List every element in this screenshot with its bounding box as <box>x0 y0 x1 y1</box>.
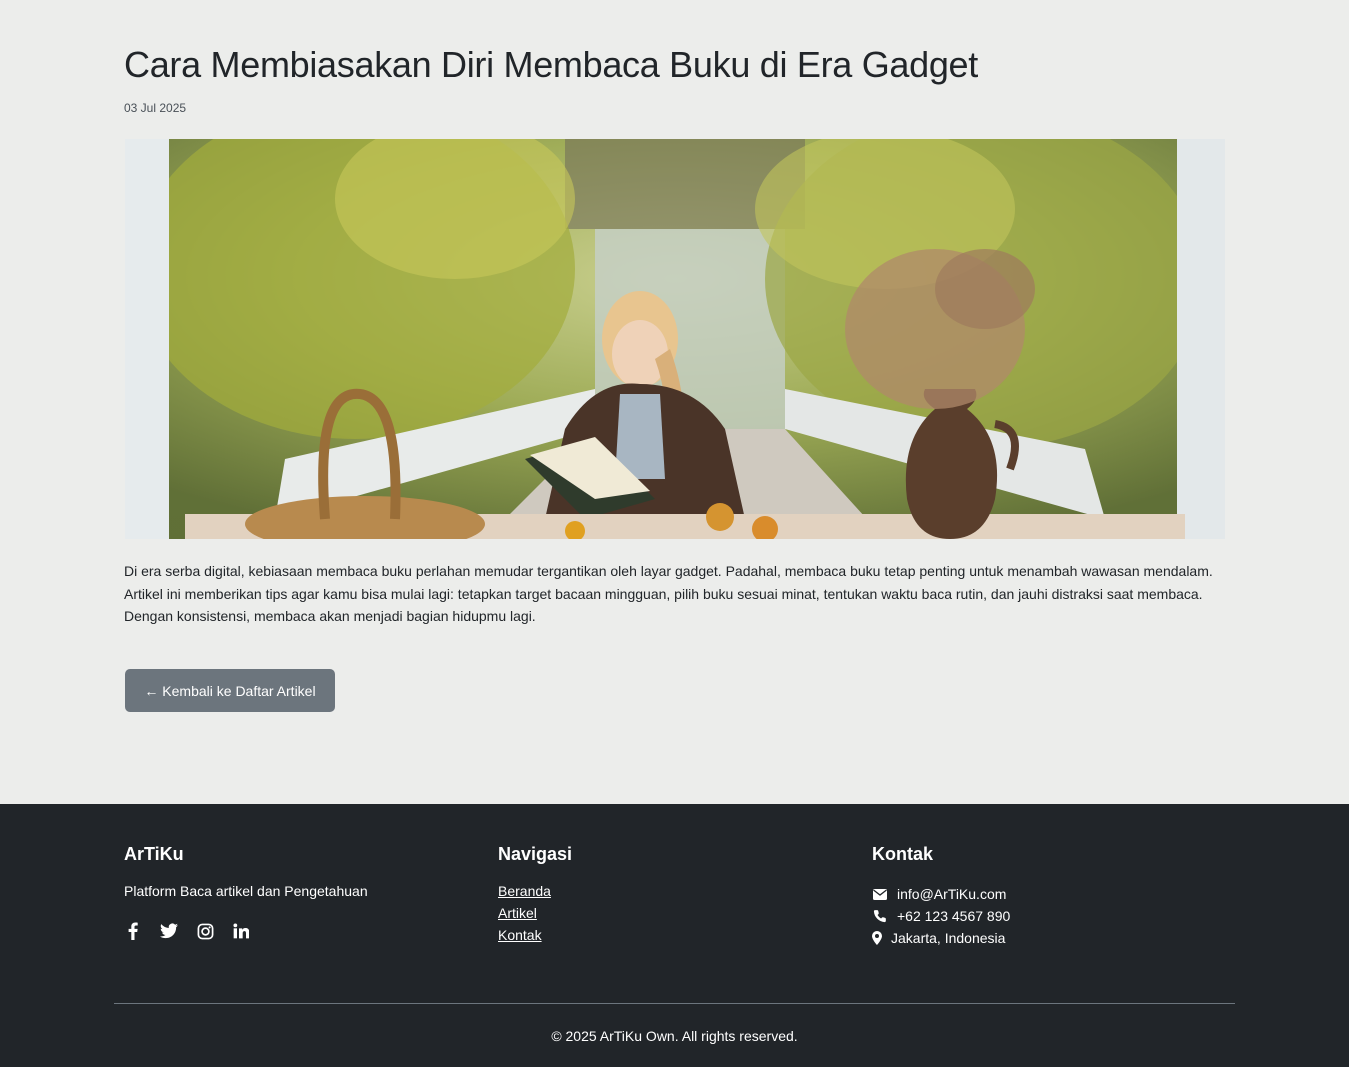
facebook-icon[interactable] <box>124 921 142 941</box>
footer-nav-title: Navigasi <box>498 844 573 864</box>
back-to-articles-button[interactable]: ← Kembali ke Daftar Artikel <box>125 669 335 712</box>
contact-location-text: Jakarta, Indonesia <box>891 930 1006 946</box>
footer-nav-list: Beranda Artikel Kontak <box>498 883 551 949</box>
contact-phone-text: +62 123 4567 890 <box>897 908 1011 924</box>
contact-phone: +62 123 4567 890 <box>872 905 1010 927</box>
footer-divider <box>114 1003 1235 1004</box>
footer-contact-title: Kontak <box>872 844 934 864</box>
twitter-icon[interactable] <box>160 921 178 941</box>
article-hero-image <box>125 139 1225 539</box>
map-marker-icon <box>872 931 882 945</box>
footer-tagline: Platform Baca artikel dan Pengetahuan <box>124 883 368 899</box>
instagram-icon[interactable] <box>196 921 214 941</box>
linkedin-icon[interactable] <box>232 921 250 941</box>
copyright-text: © 2025 ArTiKu Own. All rights reserved. <box>551 1028 798 1044</box>
article-title: Cara Membiasakan Diri Membaca Buku di Er… <box>124 44 978 85</box>
article-body: Di era serba digital, kebiasaan membaca … <box>124 563 1213 624</box>
contact-list: info@ArTiKu.com +62 123 4567 890 Jakarta… <box>872 883 1010 949</box>
site-footer: ArTiKu Platform Baca artikel dan Pengeta… <box>0 804 1349 1067</box>
envelope-icon <box>872 888 888 900</box>
article-date: 03 Jul 2025 <box>124 101 187 115</box>
footer-link-artikel[interactable]: Artikel <box>498 905 537 921</box>
contact-location: Jakarta, Indonesia <box>872 927 1010 949</box>
footer-link-beranda[interactable]: Beranda <box>498 883 551 899</box>
contact-email-text: info@ArTiKu.com <box>897 886 1007 902</box>
contact-email: info@ArTiKu.com <box>872 883 1010 905</box>
social-links <box>124 921 250 941</box>
footer-brand-title: ArTiKu <box>124 844 184 864</box>
footer-link-kontak[interactable]: Kontak <box>498 927 542 943</box>
phone-icon <box>872 909 888 923</box>
